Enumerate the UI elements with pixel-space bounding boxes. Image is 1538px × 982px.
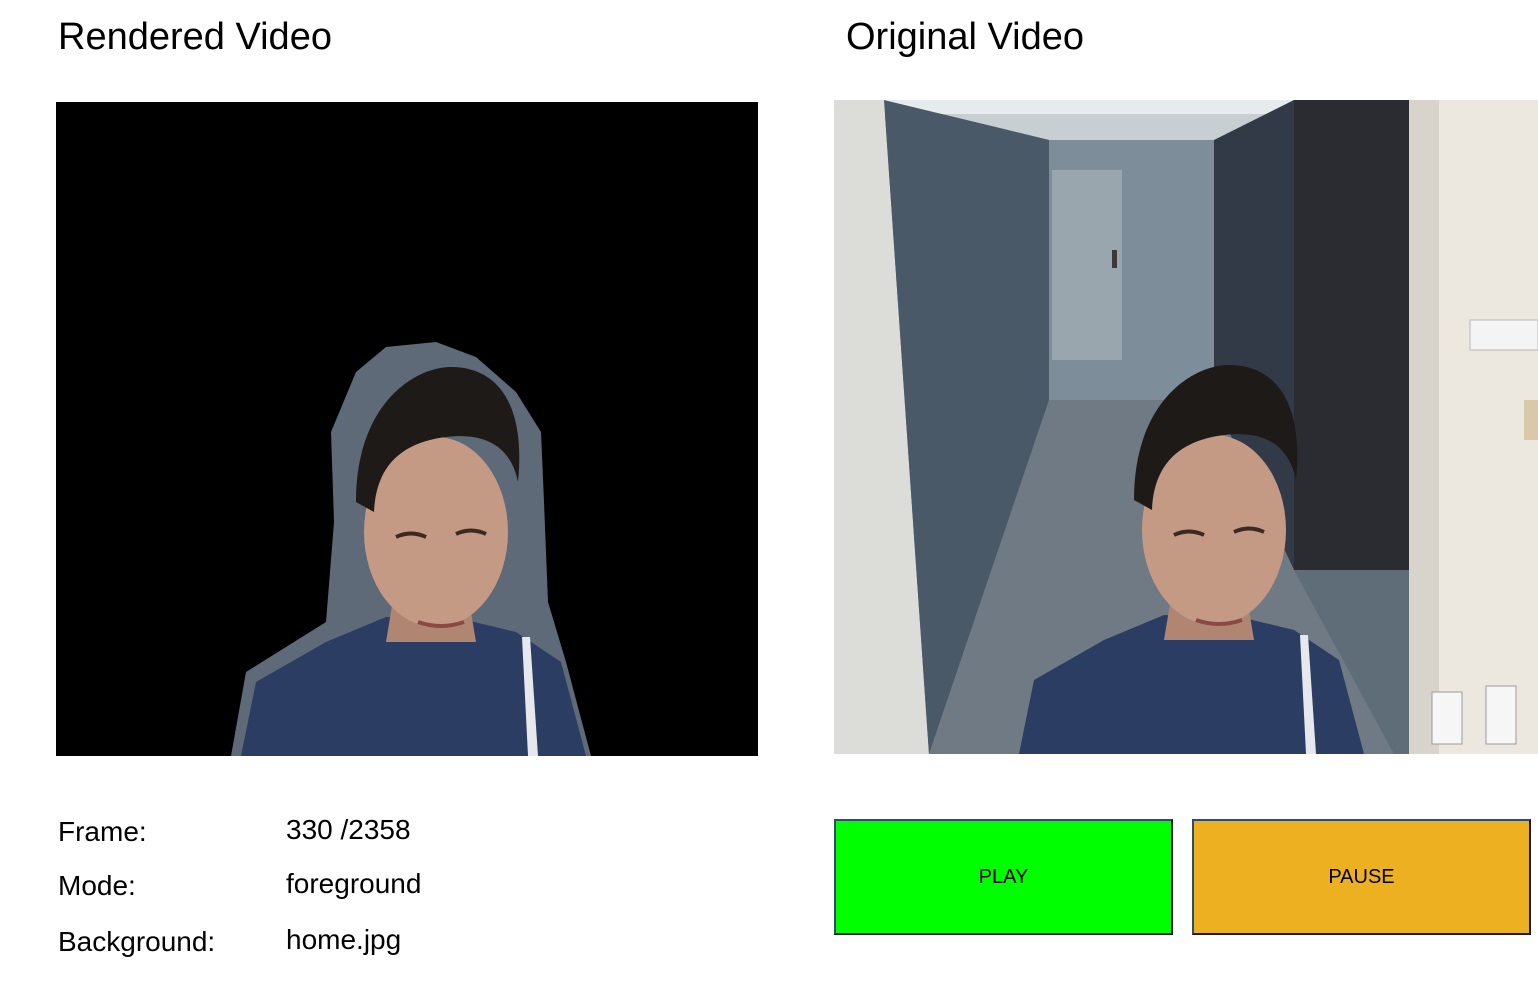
original-hallway-scene [834, 100, 1538, 754]
pause-button[interactable]: PAUSE [1192, 819, 1531, 935]
background-value: home.jpg [286, 924, 402, 955]
frame-counter: 330 /2358 [286, 814, 411, 845]
play-button[interactable]: PLAY [834, 819, 1173, 935]
mode-label: Mode: [58, 870, 136, 901]
rendered-video-frame [56, 102, 758, 756]
original-video-title: Original Video [846, 16, 1085, 58]
mode-value: foreground [286, 868, 422, 899]
rendered-video-title: Rendered Video [58, 16, 332, 58]
rendered-foreground-person [56, 102, 758, 756]
frame-label: Frame: [58, 816, 147, 847]
background-label: Background: [58, 926, 216, 957]
original-video-frame [834, 100, 1538, 754]
